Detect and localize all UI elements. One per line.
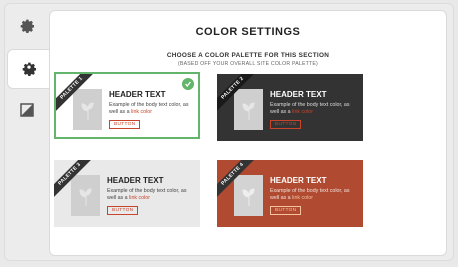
header-text-sample: HEADER TEXT [270, 90, 327, 99]
header-text-sample: HEADER TEXT [107, 176, 164, 185]
palette-card-3[interactable]: PALETTE 3 HEADER TEXT Example of the bod… [54, 160, 200, 227]
button-sample: BUTTON [270, 120, 302, 129]
link-sample: link color [292, 195, 313, 201]
selected-check [182, 78, 194, 90]
section-note: (BASED OFF YOUR OVERALL SITE COLOR PALET… [178, 61, 318, 67]
page-title: COLOR SETTINGS [195, 26, 301, 38]
sidebar [5, 4, 49, 260]
checkmark-icon [185, 81, 191, 88]
button-sample: BUTTON [107, 206, 139, 215]
body-text-sample: Example of the body text color, as well … [270, 188, 350, 201]
palette-card-2[interactable]: PALETTE 2 HEADER TEXT Example of the bod… [217, 74, 363, 141]
image-placeholder [71, 175, 100, 216]
contrast-icon [20, 103, 34, 117]
leaf-icon [241, 101, 255, 120]
leaf-icon [80, 101, 94, 120]
leaf-icon [241, 187, 255, 206]
palette-card-4[interactable]: PALETTE 4 HEADER TEXT Example of the bod… [217, 160, 363, 227]
palette-card-1[interactable]: PALETTE 1 HEADER TEXT Example of the bod… [54, 72, 200, 139]
body-text-sample: Example of the body text color, as well … [107, 188, 187, 201]
body-text-sample: Example of the body text color, as well … [270, 102, 350, 115]
image-placeholder [234, 89, 263, 130]
link-sample: link color [129, 195, 150, 201]
body-text-sample: Example of the body text color, as well … [109, 102, 189, 115]
header-text-sample: HEADER TEXT [109, 90, 166, 99]
button-sample: BUTTON [270, 206, 302, 215]
sidebar-tab-contrast[interactable] [5, 90, 49, 130]
leaf-icon [78, 187, 92, 206]
sidebar-tab-color-settings[interactable] [7, 49, 49, 89]
link-sample: link color [131, 109, 152, 115]
section-subtitle: CHOOSE A COLOR PALETTE FOR THIS SECTION [166, 52, 330, 59]
header-text-sample: HEADER TEXT [270, 176, 327, 185]
image-placeholder [73, 89, 102, 130]
image-placeholder [234, 175, 263, 216]
gear-icon [20, 19, 35, 33]
link-sample: link color [292, 109, 313, 115]
gear-icon [22, 62, 36, 76]
sidebar-tab-settings[interactable] [5, 6, 49, 46]
button-sample: BUTTON [109, 120, 141, 129]
color-settings-window: COLOR SETTINGS CHOOSE A COLOR PALETTE FO… [4, 3, 454, 261]
